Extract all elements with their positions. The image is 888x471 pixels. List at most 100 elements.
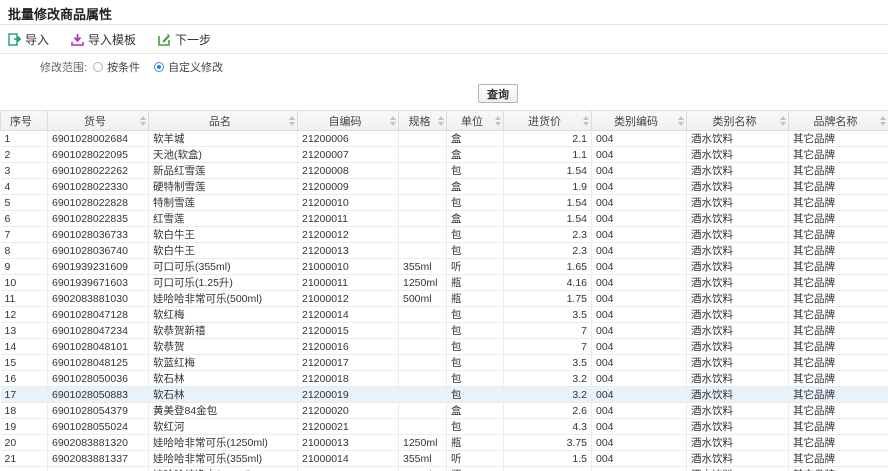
cell[interactable]: 酒水饮料 [687, 179, 789, 195]
cell[interactable]: 3.5 [504, 355, 592, 371]
cell[interactable]: 5 [1, 195, 48, 211]
cell[interactable]: 软蓝红梅 [149, 355, 298, 371]
table-row[interactable]: 196901028055024软红河21200021包4.3004酒水饮料其它品… [1, 419, 888, 435]
column-header-3[interactable]: 自编码 [298, 111, 399, 131]
cell[interactable]: 酒水饮料 [687, 323, 789, 339]
cell[interactable]: 21000014 [298, 451, 399, 467]
cell[interactable]: 6901028048125 [48, 355, 149, 371]
radio-by-condition-circle[interactable] [93, 62, 103, 72]
cell[interactable] [399, 243, 447, 259]
cell[interactable]: 其它品牌 [789, 291, 888, 307]
cell[interactable]: 18 [1, 403, 48, 419]
cell[interactable]: 2.3 [504, 227, 592, 243]
cell[interactable]: 其它品牌 [789, 387, 888, 403]
cell[interactable]: 596ml [399, 467, 447, 471]
cell[interactable]: 酒水饮料 [687, 387, 789, 403]
cell[interactable]: 酒水饮料 [687, 163, 789, 179]
cell[interactable]: 21 [1, 451, 48, 467]
cell[interactable]: 21200019 [298, 387, 399, 403]
column-header-5[interactable]: 单位 [447, 111, 504, 131]
cell[interactable]: 娃哈哈非常可乐(500ml) [149, 291, 298, 307]
cell[interactable]: 21200007 [298, 147, 399, 163]
table-row[interactable]: 26901028022095天池(软盒)21200007盒1.1004酒水饮料其… [1, 147, 888, 163]
cell[interactable]: 6 [1, 211, 48, 227]
cell[interactable]: 22 [1, 467, 48, 471]
cell[interactable]: 1.54 [504, 211, 592, 227]
cell[interactable]: 其它品牌 [789, 131, 888, 147]
cell[interactable]: 其它品牌 [789, 419, 888, 435]
cell[interactable]: 16 [1, 371, 48, 387]
cell[interactable]: 6901028022095 [48, 147, 149, 163]
cell[interactable]: 004 [592, 371, 687, 387]
cell[interactable]: 酒水饮料 [687, 243, 789, 259]
cell[interactable]: 瓶 [447, 275, 504, 291]
cell[interactable]: 软恭贺 [149, 339, 298, 355]
cell[interactable]: 4 [1, 179, 48, 195]
cell[interactable]: 酒水饮料 [687, 131, 789, 147]
cell[interactable]: 1.54 [504, 195, 592, 211]
cell[interactable]: 004 [592, 259, 687, 275]
cell[interactable]: 21040002 [298, 467, 399, 471]
cell[interactable]: 盒 [447, 211, 504, 227]
cell[interactable]: 瓶 [447, 467, 504, 471]
cell[interactable] [399, 163, 447, 179]
cell[interactable]: 软羊城 [149, 131, 298, 147]
cell[interactable]: 19 [1, 419, 48, 435]
cell[interactable] [399, 195, 447, 211]
cell[interactable]: 21000010 [298, 259, 399, 275]
cell[interactable]: 21000012 [298, 291, 399, 307]
query-button[interactable]: 查询 [478, 84, 518, 103]
cell[interactable]: 其它品牌 [789, 211, 888, 227]
cell[interactable]: 包 [447, 307, 504, 323]
table-row[interactable]: 116902083881030娃哈哈非常可乐(500ml)21000012500… [1, 291, 888, 307]
table-row[interactable]: 36901028022262新品红雪莲21200008包1.54004酒水饮料其… [1, 163, 888, 179]
cell[interactable]: 355ml [399, 259, 447, 275]
cell[interactable]: 6901028050036 [48, 371, 149, 387]
cell[interactable]: 13 [1, 323, 48, 339]
cell[interactable]: 酒水饮料 [687, 403, 789, 419]
next-step-button[interactable]: 下一步 [158, 31, 211, 48]
cell[interactable]: 4.16 [504, 275, 592, 291]
cell[interactable]: 500ml [399, 291, 447, 307]
cell[interactable]: 其它品牌 [789, 355, 888, 371]
radio-custom-modify-circle[interactable] [154, 62, 164, 72]
cell[interactable]: 2.6 [504, 403, 592, 419]
cell[interactable]: 酒水饮料 [687, 435, 789, 451]
cell[interactable]: 004 [592, 163, 687, 179]
cell[interactable]: 1.54 [504, 163, 592, 179]
cell[interactable]: 1250ml [399, 435, 447, 451]
cell[interactable]: 6901939671603 [48, 275, 149, 291]
cell[interactable]: 21200015 [298, 323, 399, 339]
cell[interactable]: 瓶 [447, 435, 504, 451]
cell[interactable]: 其它品牌 [789, 227, 888, 243]
cell[interactable]: 2 [1, 147, 48, 163]
column-header-6[interactable]: 进货价 [504, 111, 592, 131]
cell[interactable]: 6901028047234 [48, 323, 149, 339]
cell[interactable]: 6901028055024 [48, 419, 149, 435]
cell[interactable]: 6901028022835 [48, 211, 149, 227]
cell[interactable]: 盒 [447, 403, 504, 419]
cell[interactable]: 21200009 [298, 179, 399, 195]
cell[interactable]: 包 [447, 339, 504, 355]
cell[interactable]: 6901028002684 [48, 131, 149, 147]
cell[interactable]: 004 [592, 403, 687, 419]
cell[interactable]: 21200014 [298, 307, 399, 323]
cell[interactable]: 1.9 [504, 179, 592, 195]
cell[interactable]: 004 [592, 131, 687, 147]
cell[interactable]: 新品红雪莲 [149, 163, 298, 179]
cell[interactable]: 6901028048101 [48, 339, 149, 355]
table-row[interactable]: 96901939231609可口可乐(355ml)21000010355ml听1… [1, 259, 888, 275]
cell[interactable]: 004 [592, 323, 687, 339]
table-row[interactable]: 66901028022835红雪莲21200011盒1.54004酒水饮料其它品… [1, 211, 888, 227]
cell[interactable]: 其它品牌 [789, 195, 888, 211]
cell[interactable]: 黄美登84金包 [149, 403, 298, 419]
cell[interactable]: 酒水饮料 [687, 275, 789, 291]
cell[interactable]: 15 [1, 355, 48, 371]
cell[interactable]: 其它品牌 [789, 323, 888, 339]
cell[interactable]: 其它品牌 [789, 451, 888, 467]
cell[interactable] [399, 339, 447, 355]
cell[interactable]: 9 [1, 259, 48, 275]
cell[interactable] [399, 419, 447, 435]
cell[interactable]: 8 [1, 243, 48, 259]
cell[interactable]: 娃哈哈非常可乐(355ml) [149, 451, 298, 467]
